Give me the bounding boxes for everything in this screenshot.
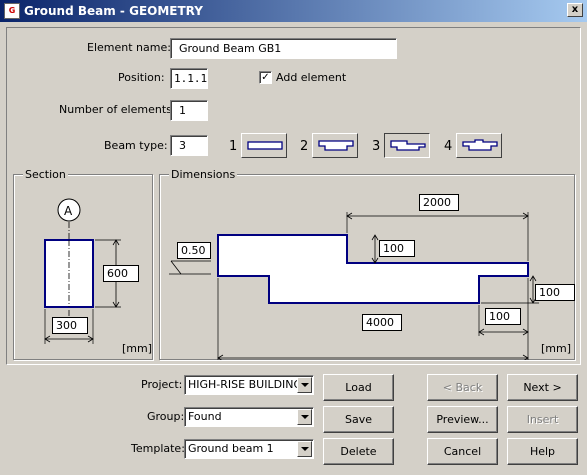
- beam-notched-icon: [462, 139, 498, 151]
- beam-elevation-outline: [217, 234, 529, 304]
- right-height-field[interactable]: 100: [535, 284, 575, 301]
- chevron-down-icon[interactable]: [297, 377, 312, 393]
- add-element-label: Add element: [276, 71, 347, 84]
- app-icon: G: [4, 3, 20, 19]
- beam-type-3-number: 3: [372, 139, 381, 154]
- beam-rectangle-icon: [247, 141, 283, 150]
- section-unit-label: [mm]: [122, 342, 153, 355]
- project-dropdown-value: HIGH-RISE BUILDING: [188, 378, 303, 391]
- beam-inverted-t-icon: [318, 140, 354, 151]
- slope-indicator-diag: [170, 260, 182, 275]
- element-name-label: Element name:: [87, 41, 171, 54]
- help-button[interactable]: Help: [507, 438, 578, 465]
- section-width-field[interactable]: 300: [52, 317, 88, 334]
- insert-button[interactable]: Insert: [507, 406, 578, 433]
- dimensions-unit-label: [mm]: [541, 342, 572, 355]
- delete-button[interactable]: Delete: [323, 438, 394, 465]
- element-name-field[interactable]: Ground Beam GB1: [170, 38, 397, 59]
- save-button[interactable]: Save: [323, 406, 394, 433]
- group-dropdown-value: Found: [188, 410, 222, 423]
- beam-type-1-number: 1: [229, 139, 238, 154]
- axis-a-label: A: [64, 204, 73, 218]
- window-title: Ground Beam - GEOMETRY: [24, 4, 203, 18]
- slope-field[interactable]: 0.50: [177, 242, 211, 259]
- beam-type-4-number: 4: [444, 139, 453, 154]
- beam-type-field[interactable]: 3: [170, 135, 208, 156]
- top-step-length-field[interactable]: 2000: [419, 194, 459, 211]
- cancel-button[interactable]: Cancel: [427, 438, 498, 465]
- add-element-checkbox[interactable]: ✓: [259, 71, 272, 84]
- load-button[interactable]: Load: [323, 374, 394, 401]
- group-dropdown[interactable]: Found: [184, 407, 314, 427]
- beam-elevation-drawing: [169, 212, 539, 360]
- bottom-offset-field[interactable]: 100: [485, 308, 521, 325]
- number-of-elements-field[interactable]: 1: [170, 100, 208, 121]
- total-length-arrow-right: [522, 354, 529, 360]
- group-label: Group:: [147, 410, 185, 423]
- project-label: Project:: [141, 378, 183, 391]
- number-of-elements-label: Number of elements:: [59, 103, 176, 116]
- beam-type-1-button[interactable]: [241, 133, 287, 158]
- total-length-field[interactable]: 4000: [362, 314, 402, 331]
- title-bar: G Ground Beam - GEOMETRY x: [0, 0, 587, 22]
- position-field[interactable]: 1.1.1: [170, 68, 208, 89]
- beam-stepped-icon: [390, 140, 426, 151]
- beam-type-label: Beam type:: [104, 139, 168, 152]
- project-dropdown[interactable]: HIGH-RISE BUILDING: [184, 375, 314, 395]
- beam-type-3-button[interactable]: [384, 133, 430, 158]
- beam-type-4-button[interactable]: [456, 133, 502, 158]
- section-height-field[interactable]: 600: [103, 265, 139, 282]
- beam-type-2-button[interactable]: [312, 133, 358, 158]
- beam-type-2-number: 2: [300, 139, 309, 154]
- position-label: Position:: [118, 71, 165, 84]
- preview-button[interactable]: Preview...: [427, 406, 498, 433]
- template-dropdown[interactable]: Ground beam 1: [184, 439, 314, 459]
- chevron-down-icon[interactable]: [297, 409, 312, 425]
- chevron-down-icon[interactable]: [297, 441, 312, 457]
- top-step-height-field[interactable]: 100: [379, 240, 415, 257]
- total-length-arrow-left: [217, 354, 224, 360]
- template-label: Template:: [131, 442, 185, 455]
- back-button[interactable]: < Back: [427, 374, 498, 401]
- template-dropdown-value: Ground beam 1: [188, 442, 274, 455]
- close-button[interactable]: x: [567, 3, 583, 17]
- next-button[interactable]: Next >: [507, 374, 578, 401]
- geometry-panel: Element name: Ground Beam GB1 Position: …: [6, 27, 581, 365]
